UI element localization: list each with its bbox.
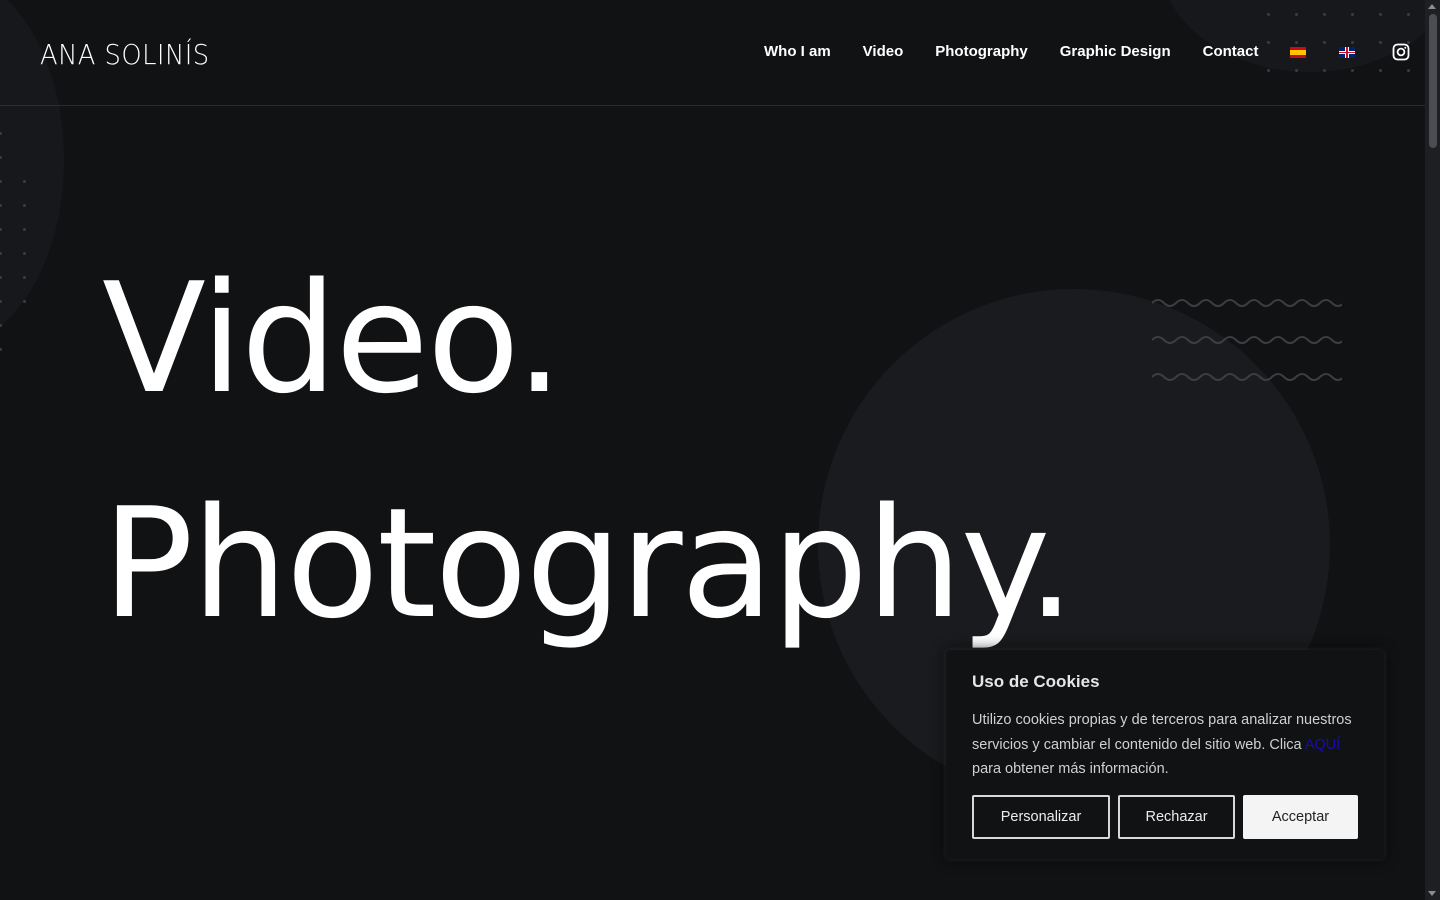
nav-contact[interactable]: Contact: [1203, 43, 1259, 61]
cookie-banner-title: Uso de Cookies: [972, 672, 1100, 691]
cookie-banner: Uso de Cookies Utilizo cookies propias y…: [946, 650, 1384, 859]
decorative-waves: [1152, 299, 1342, 381]
main-nav: Who I am Video Photography Graphic Desig…: [764, 43, 1410, 61]
decorative-dot: [23, 276, 26, 279]
spain-flag-icon[interactable]: [1290, 46, 1307, 58]
page: ANA SOLINÍS Who I am Video Photography G…: [0, 0, 1425, 900]
scroll-down-arrow-icon[interactable]: [1428, 891, 1436, 896]
vertical-scrollbar[interactable]: [1425, 0, 1440, 900]
cookie-buttons: Personalizar Rechazar Acceptar: [972, 795, 1358, 839]
accept-cookies-button[interactable]: Acceptar: [1243, 795, 1358, 839]
decorative-dot: [0, 348, 2, 351]
instagram-icon[interactable]: [1392, 43, 1410, 61]
nav-who-i-am[interactable]: Who I am: [764, 43, 831, 61]
customize-cookies-button[interactable]: Personalizar: [972, 795, 1110, 839]
decorative-dot: [23, 180, 26, 183]
nav-graphic-design[interactable]: Graphic Design: [1060, 43, 1171, 61]
decorative-dot: [23, 228, 26, 231]
cookie-text-outro: para obtener más información.: [972, 761, 1169, 777]
scrollbar-thumb[interactable]: [1429, 14, 1437, 148]
nav-video[interactable]: Video: [863, 43, 904, 61]
scroll-up-arrow-icon[interactable]: [1428, 4, 1436, 9]
cookie-info-link[interactable]: AQUÍ: [1305, 737, 1340, 753]
decorative-dot: [23, 252, 26, 255]
decorative-dot: [23, 300, 26, 303]
decorative-dot: [0, 324, 2, 327]
cookie-banner-text: Utilizo cookies propias y de terceros pa…: [972, 708, 1362, 782]
hero-heading-photography: Photography.: [102, 475, 1075, 652]
uk-flag-icon[interactable]: [1339, 46, 1356, 58]
site-header: ANA SOLINÍS Who I am Video Photography G…: [0, 0, 1425, 106]
hero-heading-video: Video.: [102, 250, 564, 427]
nav-photography[interactable]: Photography: [935, 43, 1028, 61]
reject-cookies-button[interactable]: Rechazar: [1118, 795, 1235, 839]
decorative-dot: [23, 204, 26, 207]
site-logo[interactable]: ANA SOLINÍS: [40, 38, 210, 71]
cookie-text-intro: Utilizo cookies propias y de terceros pa…: [972, 712, 1352, 753]
